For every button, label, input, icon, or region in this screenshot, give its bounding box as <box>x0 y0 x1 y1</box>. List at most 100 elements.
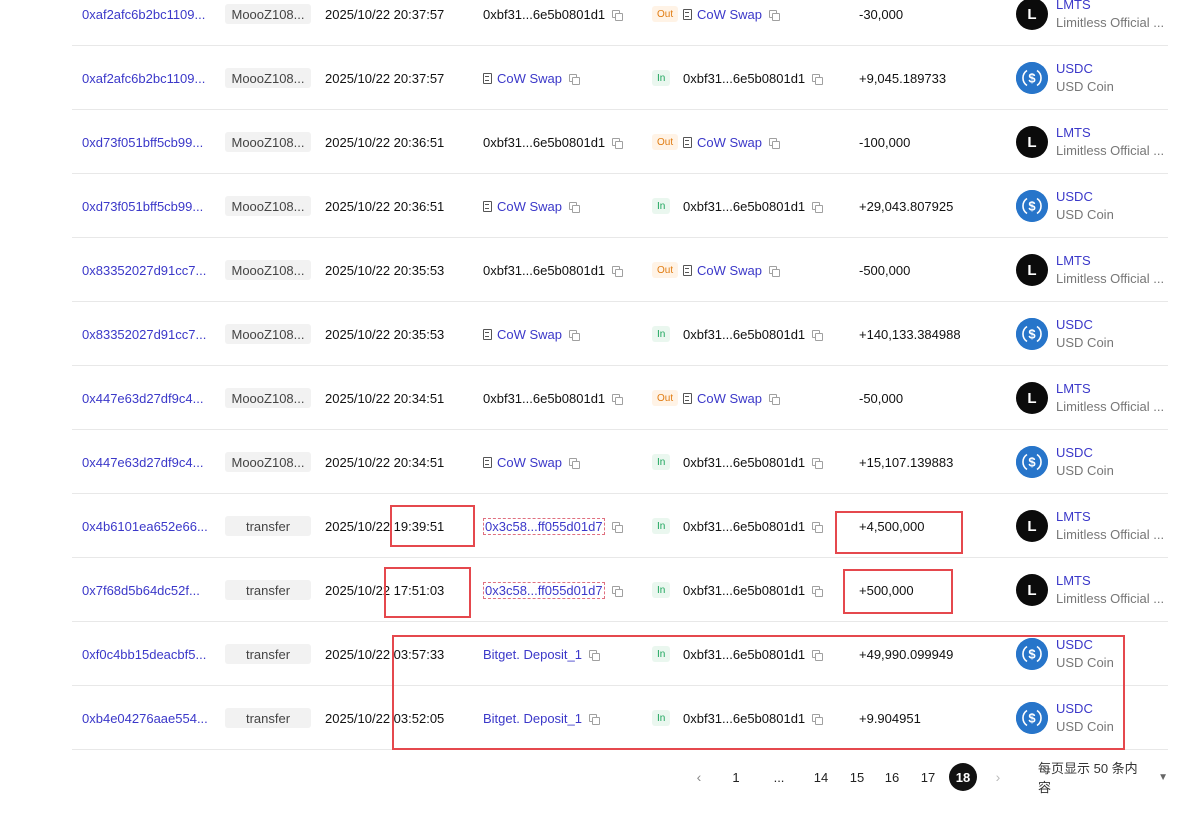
table-row: 0x83352027d91cc7... MoooZ108... 2025/10/22… <box>0 302 1200 366</box>
copy-icon[interactable] <box>611 585 623 597</box>
token-name: USD Coin <box>1056 335 1114 350</box>
method-cell: transfer <box>225 494 311 558</box>
to-label[interactable]: CoW Swap <box>697 7 762 22</box>
prev-page-button[interactable]: ‹ <box>689 764 709 790</box>
token-symbol-link[interactable]: USDC <box>1056 60 1168 78</box>
table-row: 0xaf2afc6b2bc1109... MoooZ108... 2025/10/2… <box>0 0 1200 46</box>
from-label[interactable]: CoW Swap <box>497 327 562 342</box>
time-cell: 2025/10/22 03:57:33 <box>325 622 444 686</box>
amount-value: -100,000 <box>859 134 911 150</box>
amount-value: +500,000 <box>859 582 914 598</box>
usdc-coin-icon: $ <box>1016 638 1048 670</box>
copy-icon[interactable] <box>769 265 781 277</box>
page-size-select[interactable]: 每页显示 50 条内容 ▼ <box>1038 761 1168 795</box>
method-badge: MoooZ108... <box>225 260 311 280</box>
token-symbol-link[interactable]: USDC <box>1056 316 1168 334</box>
tx-hash-cell: 0x83352027d91cc7... <box>82 238 217 302</box>
copy-icon[interactable] <box>611 521 623 533</box>
tx-time: 2025/10/22 20:36:51 <box>325 134 445 150</box>
method-badge: transfer <box>225 516 311 536</box>
page-18-button[interactable]: 18 <box>949 763 977 791</box>
copy-icon[interactable] <box>612 137 624 149</box>
copy-icon[interactable] <box>769 393 781 405</box>
tx-hash-link[interactable]: 0xaf2afc6b2bc1109... <box>82 71 205 86</box>
amount-cell: -100,000 <box>859 110 910 174</box>
tx-hash-link[interactable]: 0xd73f051bff5cb99... <box>82 135 203 150</box>
page-1-button[interactable]: 1 <box>722 764 750 790</box>
tx-hash-link[interactable]: 0x4b6101ea652e66... <box>82 519 208 534</box>
direction-cell: In <box>652 174 671 238</box>
from-address[interactable]: 0x3c58...ff055d01d7 <box>483 581 605 599</box>
page-17-button[interactable]: 17 <box>914 764 942 790</box>
copy-icon[interactable] <box>569 457 581 469</box>
direction-cell: Out <box>652 238 679 302</box>
token-symbol-link[interactable]: USDC <box>1056 700 1168 718</box>
tx-hash-link[interactable]: 0xb4e04276aae554... <box>82 711 208 726</box>
token-symbol-link[interactable]: LMTS <box>1056 124 1168 142</box>
from-address[interactable]: 0x3c58...ff055d01d7 <box>483 517 605 535</box>
copy-icon[interactable] <box>812 457 824 469</box>
token-name: USD Coin <box>1056 207 1114 222</box>
copy-icon[interactable] <box>569 73 581 85</box>
page-16-button[interactable]: 16 <box>878 764 906 790</box>
copy-icon[interactable] <box>569 201 581 213</box>
page-14-button[interactable]: 14 <box>807 764 835 790</box>
tx-hash-link[interactable]: 0xd73f051bff5cb99... <box>82 199 203 214</box>
copy-icon[interactable] <box>569 329 581 341</box>
token-symbol-link[interactable]: LMTS <box>1056 572 1168 590</box>
from-label[interactable]: Bitget. Deposit_1 <box>483 647 582 662</box>
from-label[interactable]: CoW Swap <box>497 455 562 470</box>
page-ellipsis: ... <box>773 769 785 785</box>
copy-icon[interactable] <box>812 585 824 597</box>
copy-icon[interactable] <box>612 9 624 21</box>
copy-icon[interactable] <box>812 713 824 725</box>
copy-icon[interactable] <box>812 329 824 341</box>
copy-icon[interactable] <box>812 649 824 661</box>
from-cell: CoW Swap <box>483 46 581 110</box>
contract-icon <box>483 456 492 468</box>
token-symbol-link[interactable]: LMTS <box>1056 252 1168 270</box>
token-symbol-link[interactable]: USDC <box>1056 188 1168 206</box>
page-15-button[interactable]: 15 <box>843 764 871 790</box>
from-cell: 0xbf31...6e5b0801d1 <box>483 366 624 430</box>
tx-hash-link[interactable]: 0x83352027d91cc7... <box>82 263 206 278</box>
tx-hash-link[interactable]: 0x447e63d27df9c4... <box>82 391 203 406</box>
copy-icon[interactable] <box>769 137 781 149</box>
token-symbol-link[interactable]: LMTS <box>1056 508 1168 526</box>
tx-hash-link[interactable]: 0xaf2afc6b2bc1109... <box>82 7 205 22</box>
copy-icon[interactable] <box>769 9 781 21</box>
amount-value: -500,000 <box>859 262 911 278</box>
token-name: Limitless Official ... <box>1056 271 1165 286</box>
copy-icon[interactable] <box>612 393 624 405</box>
copy-icon[interactable] <box>812 201 824 213</box>
method-badge: transfer <box>225 644 311 664</box>
tx-hash-link[interactable]: 0xf0c4bb15deacbf5... <box>82 647 206 662</box>
copy-icon[interactable] <box>589 713 601 725</box>
copy-icon[interactable] <box>812 73 824 85</box>
copy-icon[interactable] <box>612 265 624 277</box>
token-symbol-link[interactable]: USDC <box>1056 636 1168 654</box>
token-cell: $ USDC USD Coin <box>1016 174 1176 238</box>
copy-icon[interactable] <box>589 649 601 661</box>
table-row: 0xaf2afc6b2bc1109... MoooZ108... 2025/10/2… <box>0 46 1200 110</box>
to-label[interactable]: CoW Swap <box>697 391 762 406</box>
direction-cell: In <box>652 686 671 750</box>
to-label[interactable]: CoW Swap <box>697 135 762 150</box>
token-name: Limitless Official ... <box>1056 143 1165 158</box>
token-symbol-link[interactable]: USDC <box>1056 444 1168 462</box>
token-symbol-link[interactable]: LMTS <box>1056 380 1168 398</box>
copy-icon[interactable] <box>812 521 824 533</box>
method-badge: transfer <box>225 580 311 600</box>
table-row: 0x4b6101ea652e66... transfer 2025/10/22 19… <box>0 494 1200 558</box>
next-page-button[interactable]: › <box>988 764 1008 790</box>
to-label[interactable]: CoW Swap <box>697 263 762 278</box>
tx-hash-link[interactable]: 0x83352027d91cc7... <box>82 327 206 342</box>
from-label[interactable]: CoW Swap <box>497 199 562 214</box>
tx-hash-link[interactable]: 0x7f68d5b64dc52f... <box>82 583 200 598</box>
token-symbol-link[interactable]: LMTS <box>1056 0 1168 14</box>
svg-text:$: $ <box>1028 711 1036 726</box>
tx-hash-link[interactable]: 0x447e63d27df9c4... <box>82 455 203 470</box>
from-label[interactable]: Bitget. Deposit_1 <box>483 711 582 726</box>
from-label[interactable]: CoW Swap <box>497 71 562 86</box>
time-cell: 2025/10/22 20:34:51 <box>325 366 444 430</box>
